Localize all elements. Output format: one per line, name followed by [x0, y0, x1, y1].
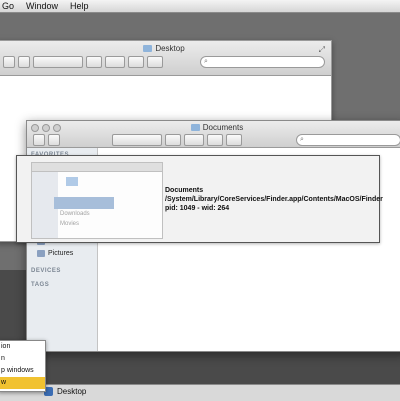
pid-info: pid: 1049 - wid: 264	[165, 205, 230, 212]
pictures-icon	[37, 250, 45, 257]
desktop-window-toolbar: ⌕	[3, 56, 325, 68]
process-path: /System/Library/CoreServices/Finder.app/…	[165, 196, 383, 203]
menu-item-selected[interactable]: w	[0, 377, 45, 389]
menu-item[interactable]: n	[0, 353, 45, 365]
arrange-button[interactable]	[86, 56, 102, 68]
fullscreen-icon[interactable]: ⤢	[319, 45, 325, 55]
context-menu: ion n p windows w	[0, 340, 46, 392]
thumbnail-downloads: Downloads	[60, 211, 90, 217]
back-button[interactable]	[3, 56, 15, 68]
view-mode-buttons[interactable]	[112, 134, 162, 146]
menu-item[interactable]: p windows	[0, 365, 45, 377]
search-input[interactable]: ⌕	[200, 56, 325, 68]
action-gear-button[interactable]	[184, 134, 204, 146]
tags-header: TAGS	[31, 282, 50, 288]
menu-help[interactable]: Help	[64, 0, 95, 12]
folder-icon	[66, 177, 78, 186]
back-button[interactable]	[33, 134, 45, 146]
documents-window-title: Documents	[27, 123, 400, 132]
tag-button[interactable]	[226, 134, 242, 146]
documents-window-titlebar[interactable]: Documents ⌕	[27, 121, 400, 148]
desktop-window-title: Desktop	[0, 44, 331, 53]
share-button[interactable]	[128, 56, 144, 68]
devices-header: DEVICES	[31, 268, 61, 274]
view-mode-buttons[interactable]	[33, 56, 83, 68]
window-info-overlay: Downloads Movies Documents /System/Libra…	[16, 155, 383, 243]
arrange-button[interactable]	[165, 134, 181, 146]
forward-button[interactable]	[18, 56, 30, 68]
sidebar-item-pictures[interactable]: Pictures	[37, 250, 73, 257]
window-info-text: Documents /System/Library/CoreServices/F…	[165, 186, 383, 213]
search-input[interactable]: ⌕	[296, 134, 400, 146]
dock-item-desktop[interactable]: Desktop	[44, 387, 86, 396]
window-name: Documents	[165, 187, 204, 194]
folder-icon	[143, 45, 153, 52]
desktop-window-titlebar[interactable]: Desktop ⤢ ⌕	[0, 41, 331, 76]
documents-window-toolbar: ⌕	[33, 134, 400, 146]
thumbnail-movies: Movies	[60, 221, 80, 227]
forward-button[interactable]	[48, 134, 60, 146]
window-thumbnail: Downloads Movies	[31, 162, 163, 239]
menu-go[interactable]: Go	[0, 0, 20, 12]
menu-item[interactable]: ion	[0, 341, 45, 353]
menu-window[interactable]: Window	[20, 0, 64, 12]
tag-button[interactable]	[147, 56, 163, 68]
dock-bar: Desktop	[0, 384, 400, 401]
share-button[interactable]	[207, 134, 223, 146]
action-gear-button[interactable]	[105, 56, 125, 68]
folder-icon	[190, 124, 200, 131]
menu-bar: Go Window Help	[0, 0, 400, 13]
